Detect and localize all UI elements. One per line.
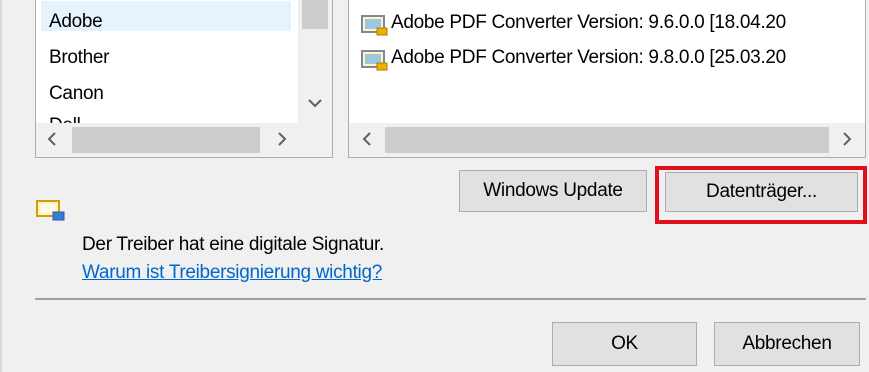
manufacturer-item-label[interactable]: Canon	[49, 83, 104, 105]
scroll-left-icon[interactable]	[42, 131, 62, 151]
signed-driver-icon	[36, 200, 65, 221]
model-list[interactable]: Adobe PDF Converter Version: 9.6.0.0 [18…	[348, 0, 866, 158]
manufacturer-horizontal-scrollbar[interactable]	[36, 123, 332, 157]
manufacturer-vertical-scrollbar[interactable]	[298, 0, 332, 123]
scroll-left-icon[interactable]	[357, 131, 377, 151]
manufacturer-item-label[interactable]: Adobe	[49, 11, 103, 33]
model-horizontal-scrollbar[interactable]	[349, 123, 865, 157]
driver-signing-link[interactable]: Warum ist Treibersignierung wichtig?	[82, 262, 382, 284]
have-disk-button[interactable]: Datenträger...	[665, 172, 858, 212]
window-edge	[0, 0, 2, 372]
divider	[35, 298, 866, 300]
manufacturer-item-label[interactable]: Brother	[49, 47, 110, 69]
horizontal-scroll-thumb[interactable]	[72, 127, 260, 153]
ok-button[interactable]: OK	[552, 322, 697, 366]
scroll-right-icon[interactable]	[837, 131, 857, 151]
scroll-down-icon[interactable]	[304, 93, 326, 113]
driver-package-icon	[361, 50, 388, 71]
windows-update-button[interactable]: Windows Update	[459, 170, 647, 212]
driver-package-icon	[361, 15, 388, 36]
cancel-button[interactable]: Abbrechen	[714, 322, 860, 366]
signature-text: Der Treiber hat eine digitale Signatur.	[82, 234, 384, 255]
model-item-label[interactable]: Adobe PDF Converter Version: 9.6.0.0 [18…	[391, 12, 786, 34]
model-item-label[interactable]: Adobe PDF Converter Version: 9.8.0.0 [25…	[391, 47, 786, 69]
horizontal-scroll-thumb[interactable]	[385, 127, 829, 153]
scroll-right-icon[interactable]	[272, 131, 292, 151]
manufacturer-list[interactable]: Adobe Brother Canon Dell	[35, 0, 333, 158]
vertical-scroll-thumb[interactable]	[302, 0, 328, 29]
